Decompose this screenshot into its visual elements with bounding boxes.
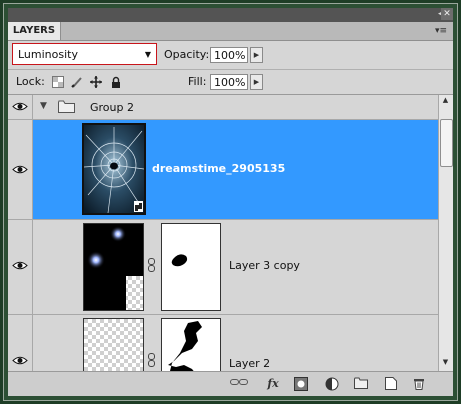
blend-mode-value: Luminosity: [18, 48, 78, 61]
mask-silhouette-image: [168, 321, 202, 371]
eye-icon[interactable]: [12, 355, 28, 366]
panel-menu-icon[interactable]: ▾≡: [435, 26, 447, 36]
layers-footer-toolbar: fx: [8, 371, 453, 396]
layer-name-dreamstime[interactable]: dreamstime_2905135: [152, 162, 285, 175]
layer-row-dreamstime[interactable]: dreamstime_2905135: [8, 120, 438, 220]
scroll-up-arrow-icon[interactable]: ▲: [439, 96, 452, 108]
lights-image: [84, 224, 143, 310]
lock-label: Lock:: [16, 75, 45, 88]
lock-all-icon[interactable]: [110, 76, 122, 88]
layer-visibility-cell[interactable]: [8, 315, 33, 371]
link-chain-icon[interactable]: [147, 353, 156, 367]
layer-mask-thumbnail[interactable]: [161, 318, 221, 371]
mask-shape-image: [171, 254, 188, 267]
transparency-checker-image: [84, 319, 143, 371]
blend-opacity-row: Luminosity ▼ Opacity: 100% ▶: [8, 41, 453, 70]
dropdown-arrow-icon: ▼: [144, 50, 151, 59]
opacity-label: Opacity:: [164, 48, 210, 61]
lock-fill-row: Lock: Fill: 100% ▶: [8, 70, 453, 95]
eye-icon[interactable]: [12, 164, 28, 175]
scroll-thumb[interactable]: [440, 119, 453, 167]
link-chain-icon[interactable]: [147, 258, 156, 272]
layers-panel: ◂◂ ✕ LAYERS ▾≡ Luminosity ▼ Opacity: 100…: [8, 8, 453, 396]
layers-list: ▼ Group 2 dreamstime_2905135 Layer 3 cop…: [8, 95, 438, 371]
eye-icon[interactable]: [12, 260, 28, 271]
new-group-folder-icon[interactable]: [354, 377, 368, 391]
new-layer-icon[interactable]: [384, 377, 398, 391]
scroll-down-arrow-icon[interactable]: ▼: [439, 358, 452, 370]
tab-bar: LAYERS ▾≡: [8, 22, 453, 41]
eye-icon[interactable]: [12, 101, 28, 112]
tab-layers[interactable]: LAYERS: [8, 22, 61, 40]
adjustment-layer-icon[interactable]: [324, 377, 340, 391]
layer-thumbnail-cracked-glass[interactable]: [82, 123, 146, 215]
link-layers-icon[interactable]: [230, 377, 248, 391]
group-name: Group 2: [90, 101, 134, 114]
layer-name-layer-2[interactable]: Layer 2: [229, 357, 270, 370]
cracked-glass-image: [84, 125, 144, 213]
lock-position-icon[interactable]: [90, 76, 102, 88]
delete-layer-trash-icon[interactable]: [412, 377, 426, 391]
group-row[interactable]: ▼ Group 2: [8, 95, 438, 120]
folder-icon: [58, 100, 75, 113]
layer-row-layer-3-copy[interactable]: Layer 3 copy: [8, 220, 438, 315]
blend-mode-dropdown[interactable]: Luminosity ▼: [12, 43, 157, 65]
expand-triangle-icon[interactable]: ▼: [40, 101, 47, 111]
add-mask-icon[interactable]: [294, 377, 308, 391]
layer-visibility-cell[interactable]: [8, 120, 33, 219]
layer-thumbnail-lights[interactable]: [83, 223, 144, 311]
layer-mask-thumbnail[interactable]: [161, 223, 221, 311]
fill-input[interactable]: 100%: [210, 74, 248, 90]
fill-slider-button[interactable]: ▶: [250, 74, 263, 90]
layer-thumbnail-transparent[interactable]: [83, 318, 144, 371]
panel-top-strip: ◂◂ ✕: [8, 8, 453, 22]
close-icon[interactable]: ✕: [441, 8, 453, 20]
opacity-input[interactable]: 100%: [210, 47, 248, 63]
lock-image-pixels-icon[interactable]: [71, 76, 83, 88]
layer-visibility-cell[interactable]: [8, 220, 33, 314]
layer-name-layer-3-copy[interactable]: Layer 3 copy: [229, 259, 300, 272]
group-visibility-cell[interactable]: [8, 95, 33, 119]
opacity-slider-button[interactable]: ▶: [250, 47, 263, 63]
fill-label: Fill:: [188, 75, 207, 88]
layer-row-layer-2[interactable]: Layer 2: [8, 315, 438, 371]
layer-style-fx-icon[interactable]: fx: [262, 377, 284, 391]
lock-transparency-icon[interactable]: [52, 76, 64, 88]
layers-scrollbar[interactable]: ▲ ▼: [438, 95, 453, 371]
